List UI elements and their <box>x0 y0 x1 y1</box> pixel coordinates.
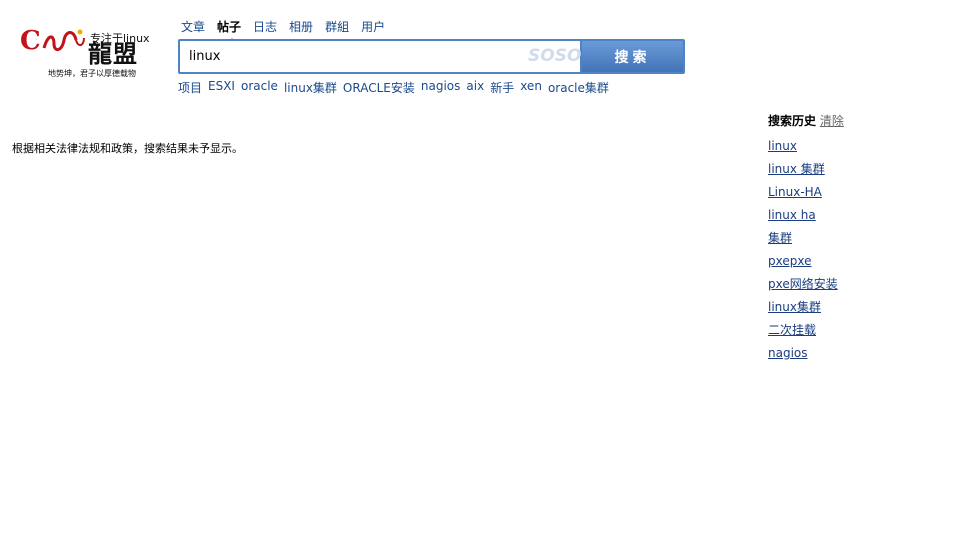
page: C 专注于linux 龍盟 地势坤，君子以厚德载物 文章 帖子 日志 相册 群組… <box>0 0 980 533</box>
history-link[interactable]: Linux-HA <box>768 185 822 199</box>
tab-groups[interactable]: 群組 <box>322 18 358 36</box>
list-item: linux ha <box>768 202 958 225</box>
suggestion-link[interactable]: 新手 <box>490 79 514 95</box>
list-item: linux 集群 <box>768 156 958 179</box>
tab-posts[interactable]: 帖子 <box>214 18 250 36</box>
suggestion-link[interactable]: ESXI <box>208 79 235 95</box>
list-item: pxe网络安装 <box>768 271 958 294</box>
list-item: linux集群 <box>768 294 958 317</box>
soso-brand-mark: SOSO <box>528 46 582 66</box>
suggestion-link[interactable]: 项目 <box>178 79 202 95</box>
search-history-list: linux linux 集群 Linux-HA linux ha 集群 pxep… <box>768 133 958 363</box>
list-item: pxepxe <box>768 248 958 271</box>
logo-c-mark: C <box>20 26 41 56</box>
list-item: nagios <box>768 340 958 363</box>
list-item: 二次挂载 <box>768 317 958 340</box>
results-withheld-notice: 根据相关法律法规和政策，搜索结果未予显示。 <box>12 142 243 155</box>
search-button[interactable]: 搜索 <box>582 41 683 72</box>
logo-swirl-icon <box>42 29 85 51</box>
list-item: 集群 <box>768 225 958 248</box>
history-link[interactable]: pxepxe <box>768 254 811 268</box>
site-logo[interactable]: C 专注于linux 龍盟 地势坤，君子以厚德载物 <box>18 22 158 82</box>
logo-motto: 地势坤，君子以厚德载物 <box>48 69 136 78</box>
history-link[interactable]: linux ha <box>768 208 816 222</box>
search-bar: SOSO 搜索 <box>178 39 685 74</box>
history-link[interactable]: linux集群 <box>768 300 821 314</box>
history-link[interactable]: pxe网络安装 <box>768 277 838 291</box>
search-category-tabs: 文章 帖子 日志 相册 群組 用户 <box>178 18 394 36</box>
suggestion-link[interactable]: oracle集群 <box>548 79 609 95</box>
logo-brand-text: 龍盟 <box>88 39 138 68</box>
history-link[interactable]: nagios <box>768 346 808 360</box>
suggestion-link[interactable]: aix <box>466 79 484 95</box>
search-history-panel: 搜索历史 清除 linux linux 集群 Linux-HA linux ha… <box>768 113 958 363</box>
tab-blogs[interactable]: 日志 <box>250 18 286 36</box>
history-link[interactable]: 集群 <box>768 231 792 245</box>
list-item: Linux-HA <box>768 179 958 202</box>
search-history-title: 搜索历史 <box>768 114 817 128</box>
hot-search-suggestions: 项目 ESXI oracle linux集群 ORACLE安装 nagios a… <box>178 79 609 95</box>
suggestion-link[interactable]: ORACLE安装 <box>343 79 415 95</box>
suggestion-link[interactable]: linux集群 <box>284 79 337 95</box>
list-item: linux <box>768 133 958 156</box>
tab-users[interactable]: 用户 <box>358 18 394 36</box>
search-history-header: 搜索历史 清除 <box>768 113 958 133</box>
search-input[interactable] <box>180 41 580 72</box>
history-link[interactable]: linux 集群 <box>768 162 825 176</box>
history-link[interactable]: 二次挂载 <box>768 323 816 337</box>
history-link[interactable]: linux <box>768 139 797 153</box>
suggestion-link[interactable]: xen <box>520 79 542 95</box>
tab-albums[interactable]: 相册 <box>286 18 322 36</box>
suggestion-link[interactable]: oracle <box>241 79 278 95</box>
suggestion-link[interactable]: nagios <box>421 79 461 95</box>
clear-history-link[interactable]: 清除 <box>820 114 844 128</box>
tab-articles[interactable]: 文章 <box>178 18 214 36</box>
